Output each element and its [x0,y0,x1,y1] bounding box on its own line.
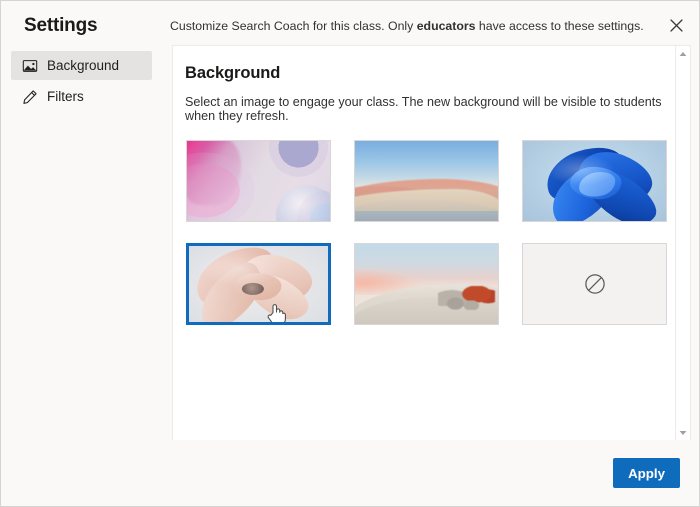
sidebar-item-label: Filters [47,88,84,104]
sidebar-item-label: Background [47,57,120,73]
background-option-windows-pink-bloom[interactable] [185,242,332,326]
dialog-body: Settings Background Filters Customize Se… [1,1,699,440]
header-note-emphasis: educators [416,19,476,33]
apply-button[interactable]: Apply [613,458,680,488]
settings-sidebar: Settings Background Filters [1,1,162,440]
panel-heading: Background [185,64,281,82]
close-button[interactable] [661,10,691,40]
background-panel: Background Select an image to engage you… [172,45,676,440]
scrollbar-track[interactable] [676,57,690,429]
header-note-prefix: Customize Search Coach for this class. O… [170,19,417,33]
dialog-header: Customize Search Coach for this class. O… [162,1,699,45]
panel-scrollbar[interactable] [676,45,691,440]
background-thumbnail-grid [185,140,675,326]
background-option-no-background[interactable] [522,243,667,325]
image-icon [21,57,38,74]
thumbnail-art [189,246,328,322]
thumbnail-art [355,141,498,221]
sidebar-item-background[interactable]: Background [11,51,152,80]
settings-content-column: Customize Search Coach for this class. O… [162,1,699,440]
background-option-desert-dunes[interactable] [354,140,499,222]
thumbnail-art [187,141,330,221]
thumbnail-art [523,244,666,324]
header-note: Customize Search Coach for this class. O… [170,20,644,32]
dialog-footer: Apply [1,440,699,506]
scrollbar-down-arrow-icon[interactable] [679,429,688,436]
thumbnail-art [355,244,498,324]
close-icon [669,18,683,32]
background-option-windows-blue-bloom[interactable] [522,140,667,222]
pencil-icon [21,88,38,105]
panel-wrapper: Background Select an image to engage you… [172,45,691,440]
panel-description: Select an image to engage your class. Th… [185,95,662,123]
thumbnail-art [523,141,666,221]
scrollbar-up-arrow-icon[interactable] [679,50,688,57]
prohibition-icon [584,274,605,294]
background-option-abstract-bubbles[interactable] [186,140,331,222]
background-option-white-sands-sunset[interactable] [354,243,499,325]
sidebar-item-filters[interactable]: Filters [11,82,152,111]
settings-dialog: Settings Background Filters Customize Se… [0,0,700,507]
header-note-suffix: have access to these settings. [475,19,644,33]
page-title: Settings [24,15,98,36]
